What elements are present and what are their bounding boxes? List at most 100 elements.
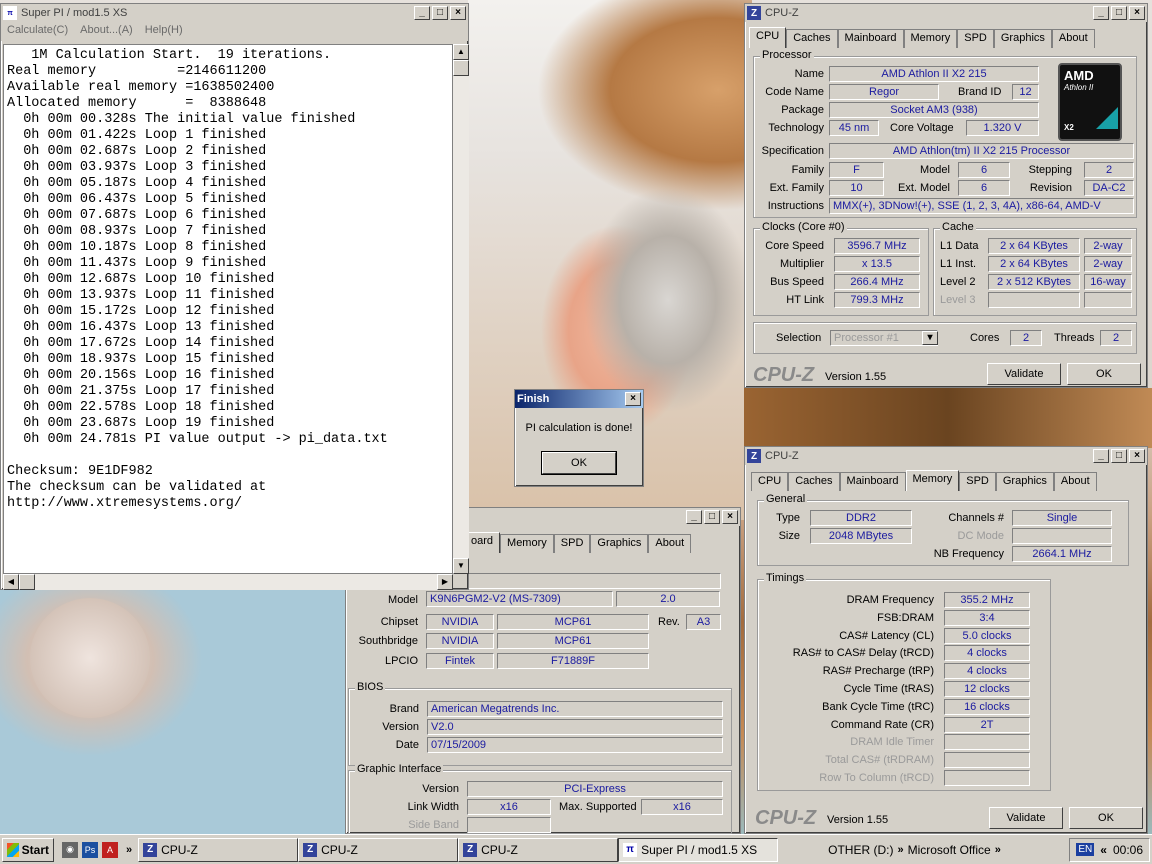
tab-caches[interactable]: Caches	[788, 472, 840, 491]
specification-label: Specification	[761, 145, 824, 157]
instructions-label: Instructions	[767, 200, 824, 212]
tab-mainboard[interactable]: Mainboard	[837, 29, 904, 48]
cpuz-cpu-tabs: CPU Caches Mainboard Memory SPD Graphics…	[749, 27, 1095, 48]
tab-memory[interactable]: Memory	[903, 29, 958, 48]
tab-spd[interactable]: SPD	[959, 472, 996, 491]
graphic-interface-title: Graphic Interface	[355, 763, 444, 775]
tab-spd[interactable]: SPD	[957, 29, 994, 48]
camera-icon[interactable]: ◉	[62, 841, 78, 858]
task-cpuz-3[interactable]: Z CPU-Z	[458, 837, 619, 862]
minimize-icon[interactable]: _	[1093, 449, 1109, 463]
tab-memory[interactable]: Memory	[905, 470, 960, 491]
hscroll-thumb[interactable]	[19, 574, 35, 590]
close-icon[interactable]: ×	[1129, 449, 1145, 463]
tab-about[interactable]: About	[1051, 29, 1095, 48]
amd-logo-sub: X2	[1064, 123, 1074, 132]
minimize-icon[interactable]: _	[1093, 6, 1109, 20]
console-line: Real memory =2146611200	[7, 64, 267, 79]
horizontal-scrollbar[interactable]: ◀ ▶	[3, 574, 453, 590]
timing-value: 355.2 MHz	[944, 592, 1030, 608]
codename-value: Regor	[829, 84, 939, 100]
tab-cpu[interactable]: CPU	[749, 27, 787, 48]
finish-dialog[interactable]: Finish × PI calculation is done! OK	[514, 389, 644, 487]
timing-value: 2T	[944, 716, 1030, 733]
scroll-thumb[interactable]	[453, 60, 469, 76]
chipset-label: Chipset	[380, 616, 418, 628]
task-superpi[interactable]: π Super PI / mod1.5 XS	[618, 837, 779, 862]
maximize-icon[interactable]: □	[1111, 449, 1127, 463]
timing-label: CAS# Latency (CL)	[839, 629, 934, 642]
cpuz-cpu-window[interactable]: Z CPU-Z _ □ × CPU Caches Mainboard Memory …	[744, 3, 1148, 388]
superpi-titlebar[interactable]: π Super PI / mod1.5 XS _ □ ×	[1, 4, 468, 22]
scroll-down-icon[interactable]: ▼	[453, 558, 469, 574]
timings-group-title: Timings	[764, 572, 807, 584]
close-icon[interactable]: ×	[1129, 6, 1145, 20]
maximize-icon[interactable]: □	[1111, 6, 1127, 20]
scroll-left-icon[interactable]: ◀	[3, 574, 19, 590]
superpi-window[interactable]: π Super PI / mod1.5 XS _ □ × Calculate(C) …	[0, 3, 469, 590]
console-line: 0h 00m 07.687s Loop 6 finished	[7, 208, 267, 223]
superpi-output-console[interactable]: 1M Calculation Start. 19 iterations. Real…	[3, 44, 453, 574]
l1-data-label: L1 Data	[940, 240, 979, 252]
office-toolbar[interactable]: Microsoft Office	[908, 843, 991, 857]
ok-button[interactable]: OK	[1069, 807, 1143, 829]
start-button[interactable]: Start	[2, 837, 54, 862]
revision-label: Revision	[1029, 182, 1072, 194]
tab-about[interactable]: About	[648, 534, 692, 553]
threads-value: 2	[1100, 330, 1132, 346]
minimize-icon[interactable]: _	[686, 510, 702, 524]
maximize-icon[interactable]: □	[704, 510, 720, 524]
cpuz-memory-window[interactable]: Z CPU-Z _ □ × CPU Caches Mainboard Memory …	[744, 446, 1148, 834]
tab-mainboard[interactable]: Mainboard	[839, 472, 906, 491]
tab-graphics[interactable]: Graphics	[995, 472, 1054, 491]
gi-linkwidth-label: Link Width	[407, 801, 459, 813]
minimize-icon[interactable]: _	[414, 6, 430, 20]
task-cpuz-2[interactable]: Z CPU-Z	[298, 837, 459, 862]
language-indicator[interactable]: EN	[1076, 843, 1095, 856]
finish-dialog-titlebar[interactable]: Finish ×	[515, 390, 643, 408]
cpuz-memory-titlebar[interactable]: Z CPU-Z _ □ ×	[745, 447, 1147, 465]
tray-expand-icon[interactable]: «	[1100, 843, 1107, 857]
bios-brand-value: American Megatrends Inc.	[427, 701, 723, 717]
validate-button[interactable]: Validate	[989, 807, 1063, 829]
drive-overflow-icon[interactable]: »	[893, 844, 907, 856]
validate-button[interactable]: Validate	[987, 363, 1061, 385]
tab-cpu[interactable]: CPU	[751, 472, 789, 491]
maximize-icon[interactable]: □	[432, 6, 448, 20]
chipset-model-value: MCP61	[497, 614, 649, 630]
quicklaunch-overflow-icon[interactable]: »	[120, 844, 138, 856]
mem-type-label: Type	[776, 512, 800, 524]
office-overflow-icon[interactable]: »	[991, 844, 1005, 856]
ok-button[interactable]: OK	[1067, 363, 1141, 385]
close-icon[interactable]: ×	[450, 6, 466, 20]
brandid-value: 12	[1012, 84, 1039, 100]
menu-calculate[interactable]: Calculate(C)	[7, 24, 68, 39]
acrobat-icon[interactable]: A	[102, 841, 118, 858]
ok-button[interactable]: OK	[541, 451, 617, 475]
tab-spd[interactable]: SPD	[553, 534, 591, 553]
tab-graphics[interactable]: Graphics	[590, 534, 649, 553]
tab-memory[interactable]: Memory	[500, 534, 554, 553]
close-icon[interactable]: ×	[625, 392, 641, 406]
close-icon[interactable]: ×	[722, 510, 738, 524]
tab-mainboard[interactable]: oard	[464, 532, 501, 553]
timing-label: RAS# to CAS# Delay (tRCD)	[792, 647, 934, 660]
photoshop-icon[interactable]: Ps	[82, 841, 98, 858]
tab-graphics[interactable]: Graphics	[993, 29, 1052, 48]
timing-value	[944, 770, 1030, 786]
console-line: 1M Calculation Start. 19 iterations.	[7, 48, 332, 63]
cpuz-cpu-titlebar[interactable]: Z CPU-Z _ □ ×	[745, 4, 1147, 22]
chevron-down-icon[interactable]: ▾	[922, 331, 938, 345]
rev-label: Rev.	[658, 616, 680, 628]
bus-speed-value: 266.4 MHz	[834, 274, 920, 290]
scroll-up-icon[interactable]: ▲	[453, 44, 469, 60]
menu-about[interactable]: About...(A)	[80, 24, 133, 39]
tab-about[interactable]: About	[1053, 472, 1097, 491]
task-cpuz-1[interactable]: Z CPU-Z	[138, 837, 299, 862]
vertical-scrollbar[interactable]: ▲ ▼	[453, 44, 469, 574]
tab-caches[interactable]: Caches	[786, 29, 838, 48]
drive-toolbar[interactable]: OTHER (D:)	[828, 843, 893, 857]
scroll-right-icon[interactable]: ▶	[437, 574, 453, 590]
clocks-group: Clocks (Core #0) Core Speed 3596.7 MHz M…	[753, 221, 929, 316]
menu-help[interactable]: Help(H)	[145, 24, 183, 39]
